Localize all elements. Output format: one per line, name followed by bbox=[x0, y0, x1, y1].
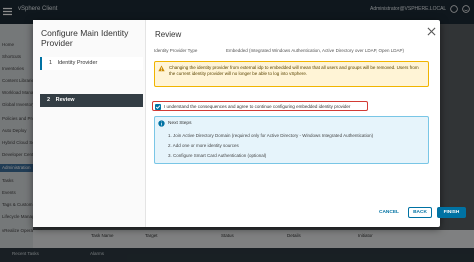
finish-button[interactable]: FINISH bbox=[437, 207, 466, 218]
wizard-content: Review Identity Provider Type Embedded (… bbox=[146, 20, 466, 227]
step-label: Identity Provider bbox=[57, 60, 98, 66]
page-title: Review bbox=[155, 30, 182, 39]
acknowledge-checkbox-row[interactable]: I understand the consequences and agree … bbox=[152, 101, 368, 111]
close-icon[interactable] bbox=[427, 27, 436, 36]
warning-message: Changing the identity provider from exte… bbox=[169, 65, 419, 76]
acknowledge-label[interactable]: I understand the consequences and agree … bbox=[164, 104, 350, 109]
step-label: Review bbox=[55, 97, 75, 103]
next-steps-info-alert: Next Steps 1. Join Active Directory Doma… bbox=[154, 116, 429, 164]
warning-alert: Changing the identity provider from exte… bbox=[154, 61, 429, 87]
checkmark-icon bbox=[155, 104, 161, 109]
wizard-title: Configure Main Identity Provider bbox=[41, 28, 129, 48]
warning-icon bbox=[158, 65, 165, 72]
wizard-step-identity-provider[interactable]: 1 Identity Provider bbox=[40, 57, 143, 70]
identity-provider-type-value: Embedded (Integrated Windows Authenticat… bbox=[226, 48, 405, 53]
configure-identity-provider-dialog: Configure Main Identity Provider 1 Ident… bbox=[33, 20, 466, 227]
step-number: 2 bbox=[47, 97, 51, 103]
next-steps-title: Next Steps bbox=[168, 121, 192, 126]
next-step-item: 2. Add one or more identity sources bbox=[168, 143, 239, 148]
wizard-step-review[interactable]: 2 Review bbox=[40, 94, 143, 107]
next-step-item: 1. Join Active Directory Domain (require… bbox=[168, 133, 374, 138]
back-button[interactable]: BACK bbox=[408, 207, 432, 218]
next-step-item: 3. Configure Smart Card Authentication (… bbox=[168, 153, 267, 158]
acknowledge-checkbox[interactable] bbox=[155, 103, 161, 110]
step-number: 1 bbox=[49, 60, 53, 66]
cancel-button[interactable]: CANCEL bbox=[376, 207, 402, 218]
info-icon bbox=[158, 120, 165, 127]
identity-provider-type-label: Identity Provider Type bbox=[154, 48, 198, 53]
wizard-steps-panel: Configure Main Identity Provider 1 Ident… bbox=[33, 20, 146, 227]
